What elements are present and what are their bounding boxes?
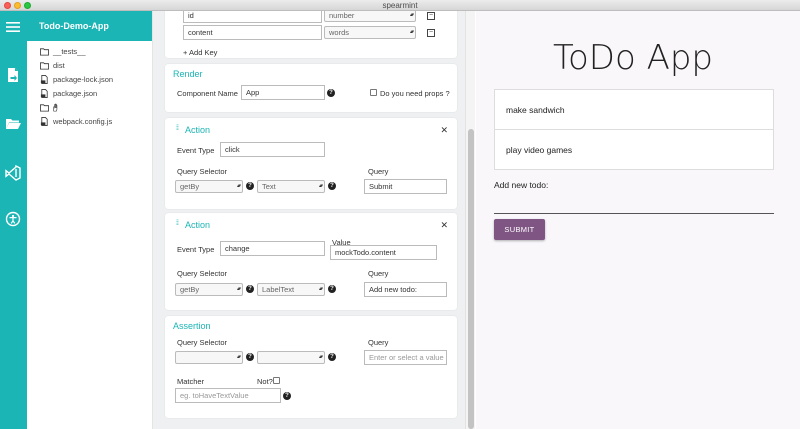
props-card: id number − content words − + Add Key [165,11,457,58]
file-tree-item[interactable]: webpack.config.js [27,114,152,128]
scrollbar[interactable] [465,11,475,429]
file-tree-item[interactable]: package.json [27,86,152,100]
help-icon[interactable]: ? [328,353,336,361]
file-tree-item-label: __tests__ [53,46,86,56]
file-tree-item[interactable]: __tests__ [27,44,152,58]
action-title: Action [185,220,211,230]
not-checkbox[interactable] [273,377,280,384]
props-checkbox[interactable] [370,89,377,96]
title-bar: spearmint [0,0,800,11]
drag-handle-icon[interactable]: ⁞⁞ [176,125,180,136]
prop-type-select[interactable]: words [324,26,416,39]
prop-key-input[interactable]: content [183,25,322,40]
help-icon[interactable]: ? [327,89,335,97]
file-icon [40,74,48,84]
query-selector-select[interactable]: getBy [175,180,243,193]
query-label: Query [368,167,389,176]
icon-rail [0,11,27,429]
query-label: Query [368,269,389,278]
drag-handle-icon[interactable]: ⁞⁞ [176,220,180,231]
file-list: __tests__ dist package-lock.json package… [27,41,152,128]
action-title: Action [185,125,211,135]
add-key-button[interactable]: + Add Key [183,48,217,57]
query-selector-select[interactable]: getBy [175,283,243,296]
props-checkbox-label: Do you need props ? [380,89,450,98]
component-name-label: Component Name [177,89,238,98]
pointer-hand-icon [53,103,58,111]
file-tree-item-label: webpack.config.js [53,116,113,126]
event-type-label: Event Type [177,245,215,254]
render-title: Render [173,69,203,79]
query-label: Query [368,338,389,347]
query-selector-label: Query Selector [177,338,228,347]
file-tree-item[interactable]: dist [27,58,152,72]
project-name: Todo-Demo-App [27,11,152,41]
prop-type-select[interactable]: number [324,11,416,22]
folder-open-icon[interactable] [4,115,22,133]
help-icon[interactable]: ? [328,285,336,293]
component-name-input[interactable]: App [241,85,325,100]
assertion-title: Assertion [173,321,211,331]
remove-prop-button[interactable]: − [427,12,435,20]
app-title: ToDo App [552,38,713,78]
render-card: Render Component Name App ? Do you need … [165,64,457,112]
close-icon[interactable]: ✕ [440,125,448,136]
query-input[interactable]: Add new todo: [364,282,447,297]
query-selector-select[interactable] [175,351,243,364]
query-variant-select[interactable]: Text [257,180,325,193]
matcher-label: Matcher [177,377,205,386]
file-icon [40,116,48,126]
query-selector-label: Query Selector [177,269,228,278]
add-todo-input[interactable] [494,197,774,214]
export-file-icon[interactable] [4,66,22,84]
add-todo-label: Add new todo: [494,180,549,190]
query-variant-select[interactable]: LabelText [257,283,325,296]
matcher-input[interactable]: eg. toHaveTextValue [175,388,281,403]
action-card: ⁞⁞ Action ✕ Event Type change Value mock… [165,213,457,310]
submit-button[interactable]: SUBMIT [494,219,545,240]
folder-icon [40,47,49,56]
help-icon[interactable]: ? [283,392,291,400]
vscode-icon[interactable] [4,164,22,182]
file-tree-panel: Todo-Demo-App __tests__ dist package-loc… [27,11,153,429]
window-title: spearmint [382,1,418,10]
assertion-card: Assertion Query Selector Query ? ? Enter… [165,316,457,418]
query-selector-label: Query Selector [177,167,228,176]
todo-item[interactable]: make sandwich [495,90,773,130]
todo-item[interactable]: play video games [495,130,773,170]
query-variant-select[interactable] [257,351,325,364]
file-tree-item-label: package.json [53,88,98,98]
folder-icon [40,61,49,70]
value-input[interactable]: mockTodo.content [330,245,437,260]
app-preview-panel: ToDo App make sandwich play video games … [476,11,800,429]
help-icon[interactable]: ? [246,182,254,190]
file-tree-item-label: package-lock.json [53,74,114,84]
query-input[interactable]: Submit [364,179,447,194]
event-type-label: Event Type [177,146,215,155]
event-type-input[interactable]: change [220,241,325,256]
help-icon[interactable]: ? [246,285,254,293]
file-tree-item[interactable] [27,100,152,114]
help-icon[interactable]: ? [328,182,336,190]
todo-list: make sandwich play video games [494,89,774,170]
remove-prop-button[interactable]: − [427,29,435,37]
accessibility-icon[interactable] [4,210,22,228]
event-type-input[interactable]: click [220,142,325,157]
file-tree-item[interactable]: package-lock.json [27,72,152,86]
test-builder-panel: id number − content words − + Add Key Re… [153,11,465,429]
help-icon[interactable]: ? [246,353,254,361]
scrollbar-thumb[interactable] [468,129,474,429]
file-tree-item-label: dist [53,60,65,70]
close-icon[interactable]: ✕ [440,220,448,231]
menu-icon[interactable] [4,18,22,36]
not-label: Not? [257,377,273,386]
prop-key-input[interactable]: id [183,11,322,23]
action-card: ⁞⁞ Action ✕ Event Type click Query Selec… [165,118,457,209]
query-input[interactable]: Enter or select a value [364,350,447,365]
folder-icon [40,103,49,112]
file-icon [40,88,48,98]
